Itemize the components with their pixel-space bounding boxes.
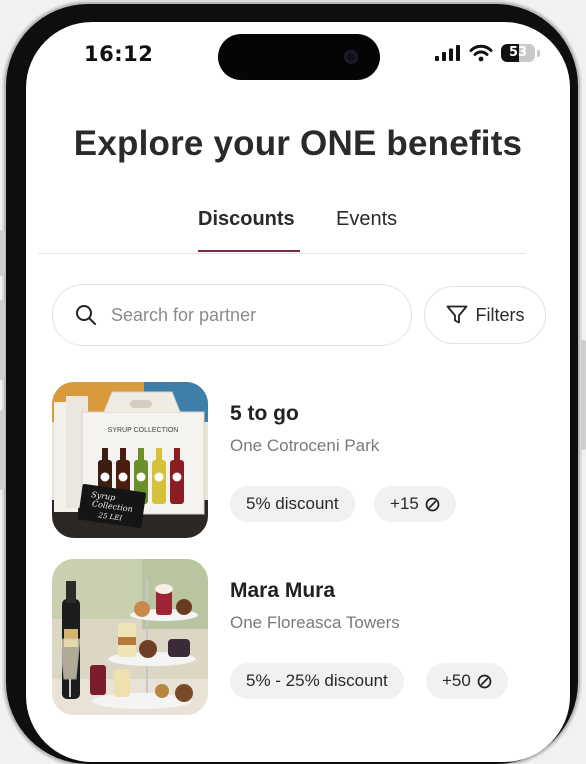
tab-discounts[interactable]: Discounts [198,208,295,231]
discount-label: 5% - 25% discount [246,671,388,690]
side-button-right [581,340,586,450]
search-icon [76,305,96,325]
partner-card[interactable]: Mara Mura One Floreasca Towers 5% - 25% … [52,559,552,719]
discount-badge: 5% discount [230,486,355,522]
search-bar[interactable] [52,284,412,346]
partner-name: Mara Mura [230,579,336,602]
dynamic-island [218,34,380,80]
discount-badge: 5% - 25% discount [230,663,404,699]
filters-button[interactable]: Filters [424,286,546,344]
battery-tip [537,49,540,57]
filters-label: Filters [475,304,525,325]
box-label: SYRUP COLLECTION [108,427,179,434]
page-title: Explore your ONE benefits [73,124,523,163]
side-button-left-bottom [0,410,5,490]
tab-bar: Discounts Events [26,208,570,252]
side-button-left-mid [0,300,5,380]
signal-icon [435,45,460,61]
tab-divider [38,253,526,254]
status-icons: 53 [435,44,540,62]
battery-percent: 53 [508,45,528,60]
points-label: +50 [442,671,471,690]
points-label: +15 [390,494,419,513]
points-badge: +50 [426,663,508,699]
wifi-icon [469,44,493,62]
side-button-left-top [0,230,5,276]
points-badge: +15 [374,486,456,522]
search-input[interactable] [109,303,393,327]
partner-location: One Cotroceni Park [230,436,380,455]
tab-events[interactable]: Events [336,208,397,231]
camera-icon [344,50,358,64]
app-screen: 16:12 53 Explore your ONE benefits Disco… [26,22,570,762]
phone-frame: 16:12 53 Explore your ONE benefits Disco… [6,4,578,764]
coin-icon [425,497,440,511]
discount-label: 5% discount [246,494,339,513]
dessert-stand-photo [52,559,208,715]
partner-name: 5 to go [230,402,299,425]
partner-card[interactable]: SYRUP COLLECTION Syrup Collection 25 LEI… [52,382,552,542]
partner-location: One Floreasca Towers [230,613,400,632]
active-tab-indicator [198,250,300,252]
funnel-icon [446,305,467,324]
syrup-collection-photo: SYRUP COLLECTION Syrup Collection 25 LEI [52,382,208,538]
battery-icon: 53 [501,44,535,62]
coin-icon [477,674,492,688]
status-time: 16:12 [84,42,154,66]
